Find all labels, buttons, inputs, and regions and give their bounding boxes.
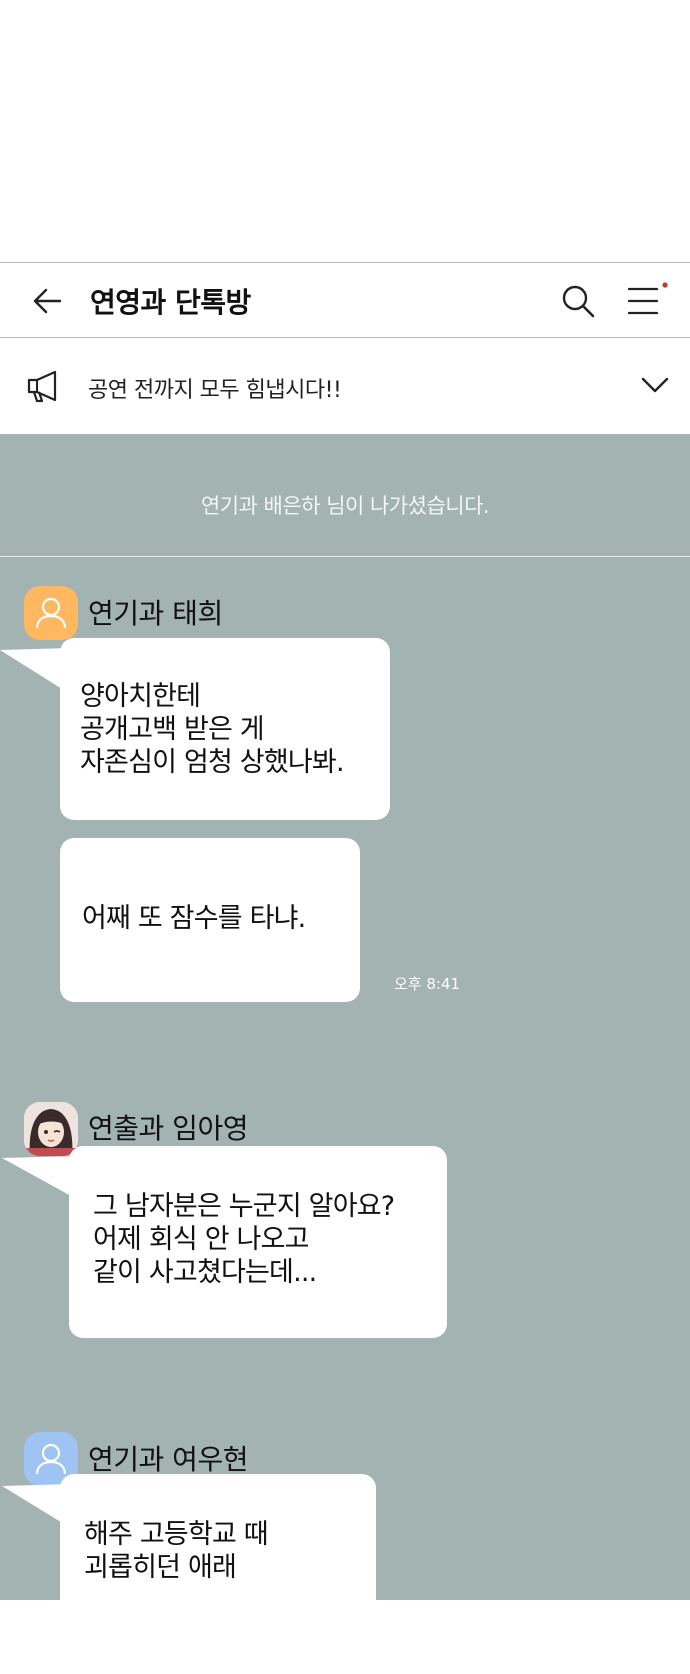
sender-name: 연기과 태희 — [88, 597, 223, 630]
chevron-down-icon[interactable] — [638, 370, 672, 400]
chat-area: 연기과 배은하 님이 나가셨습니다. 연기과 태희 양아치한테 공개고백 받은 … — [0, 434, 690, 1674]
message-line: 해주 고등학교 때 — [84, 1519, 269, 1550]
message-bubble: 양아치한테 공개고백 받은 게 자존심이 엄청 상했나봐. — [60, 638, 390, 820]
top-blank-area — [0, 0, 690, 262]
message-line: 같이 사고쳤다는데... — [93, 1257, 317, 1288]
sender-name: 연출과 임아영 — [88, 1112, 248, 1145]
notification-dot — [662, 282, 668, 288]
menu-icon[interactable] — [624, 281, 668, 321]
notice-banner[interactable]: 공연 전까지 모두 힘냅시다!! — [0, 338, 690, 434]
profile-photo-icon — [24, 1102, 78, 1156]
avatar[interactable] — [24, 586, 78, 640]
sender-name: 연기과 여우현 — [88, 1443, 248, 1476]
chat-header: 연영과 단톡방 — [0, 262, 690, 338]
notice-text: 공연 전까지 모두 힘냅시다!! — [88, 378, 342, 403]
message-bubble: 그 남자분은 누군지 알아요? 어제 회식 안 나오고 같이 사고쳤다는데... — [69, 1146, 447, 1338]
message-line: 어째 또 잠수를 타냐. — [82, 903, 306, 934]
avatar[interactable] — [24, 1102, 78, 1156]
message-line: 어제 회식 안 나오고 — [93, 1224, 309, 1255]
message-bubble: 어째 또 잠수를 타냐. — [60, 838, 360, 1002]
system-message: 연기과 배은하 님이 나가셨습니다. — [200, 494, 490, 518]
message-timestamp: 오후 8:41 — [394, 975, 461, 993]
chat-room-title: 연영과 단톡방 — [90, 286, 251, 319]
person-icon — [35, 597, 67, 629]
message-line: 자존심이 엄청 상했나봐. — [80, 747, 345, 778]
message-line: 공개고백 받은 게 — [80, 714, 265, 745]
search-icon[interactable] — [558, 281, 598, 321]
back-arrow-icon[interactable] — [30, 283, 66, 319]
divider — [0, 556, 690, 557]
message-line: 양아치한테 — [80, 681, 201, 712]
message-line: 그 남자분은 누군지 알아요? — [93, 1191, 395, 1222]
message-line: 괴롭히던 애래 — [84, 1552, 237, 1583]
megaphone-icon — [27, 370, 57, 403]
message-bubble: 해주 고등학교 때 괴롭히던 애래 — [60, 1474, 376, 1674]
